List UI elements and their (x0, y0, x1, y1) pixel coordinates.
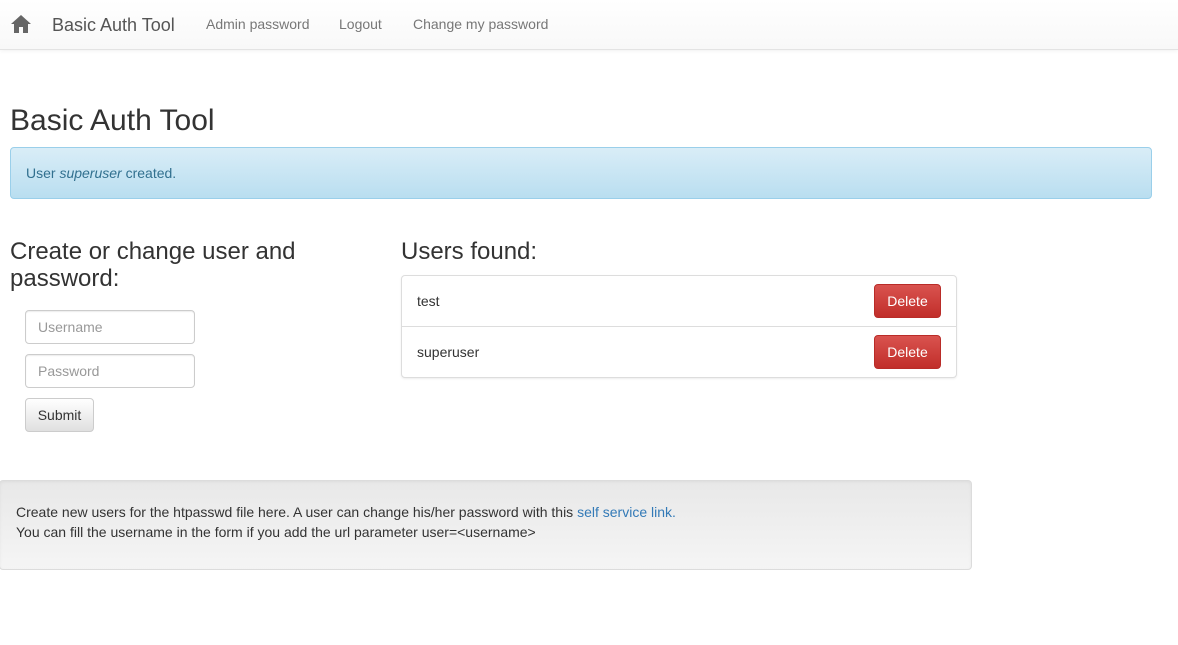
help-line-2: You can fill the username in the form if… (16, 524, 536, 540)
home-icon[interactable] (10, 14, 32, 34)
alert-username: superuser (59, 165, 122, 181)
delete-user-button[interactable]: Delete (874, 284, 941, 318)
self-service-link[interactable]: self service link. (577, 504, 676, 520)
user-row: superuser Delete (402, 327, 956, 378)
help-line-1: Create new users for the htpasswd file h… (16, 502, 956, 522)
users-found-title: Users found: (401, 238, 538, 265)
nav-admin-password-link[interactable]: Admin password (206, 16, 310, 32)
user-name: test (417, 293, 440, 309)
password-input[interactable] (25, 354, 195, 388)
nav-logout-link[interactable]: Logout (339, 16, 382, 32)
help-line-1-text: Create new users for the htpasswd file h… (16, 504, 578, 520)
user-row: test Delete (402, 276, 956, 327)
alert-prefix: User (26, 165, 60, 181)
page-title: Basic Auth Tool (10, 104, 215, 137)
username-input[interactable] (25, 310, 195, 344)
submit-button[interactable]: Submit (25, 398, 94, 432)
help-well: Create new users for the htpasswd file h… (0, 480, 972, 570)
success-alert: User superuser created. (10, 147, 1152, 199)
navbar-brand[interactable]: Basic Auth Tool (52, 15, 175, 36)
create-form-title: Create or change user and password: (10, 238, 296, 292)
delete-user-button[interactable]: Delete (874, 335, 941, 369)
user-list: test Delete superuser Delete (401, 275, 957, 378)
nav-change-my-password-link[interactable]: Change my password (413, 16, 548, 32)
user-name: superuser (417, 344, 480, 360)
alert-suffix: created. (121, 165, 177, 181)
top-navbar: Basic Auth Tool Admin password Logout Ch… (0, 0, 1178, 50)
